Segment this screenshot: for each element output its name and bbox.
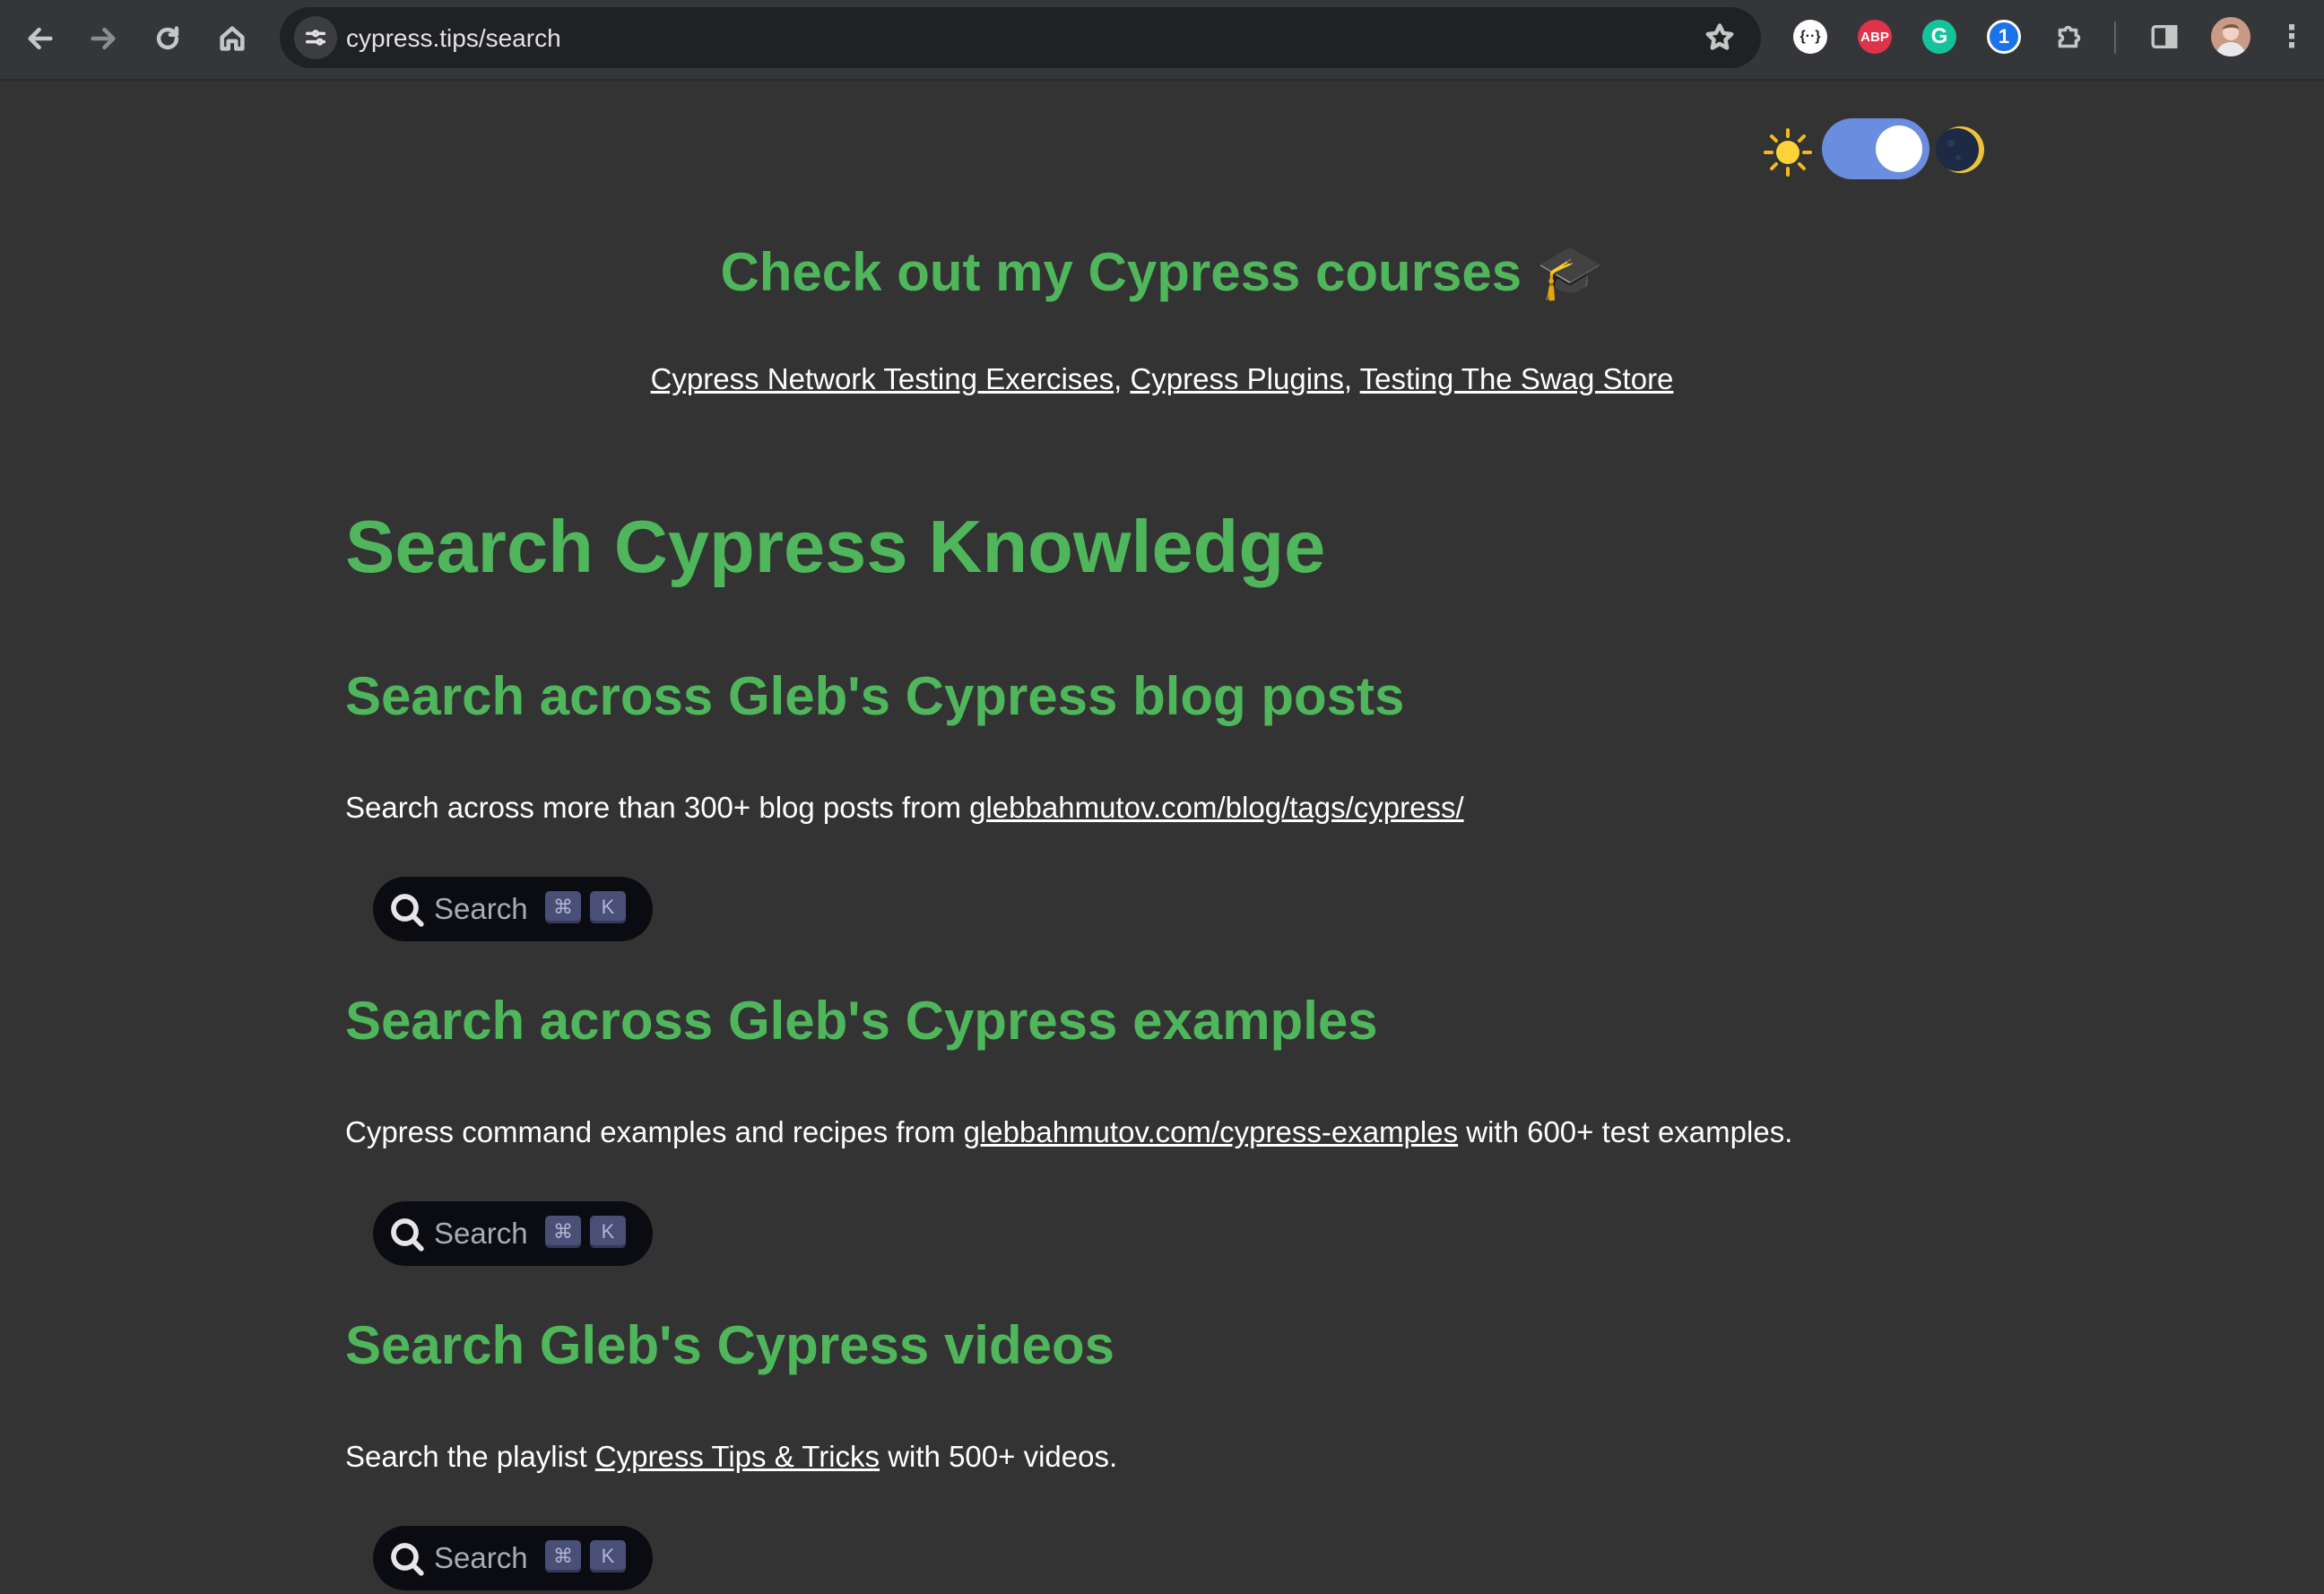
course-link-swag-store[interactable]: Testing The Swag Store: [1360, 362, 1674, 395]
address-bar[interactable]: cypress.tips/search: [280, 7, 1761, 68]
dark-mode-switch[interactable]: [1822, 118, 1929, 179]
site-settings-icon[interactable]: [294, 16, 337, 59]
search-button-label: Search: [434, 1217, 528, 1250]
search-button-label: Search: [434, 1541, 528, 1574]
blog-link[interactable]: glebbahmutov.com/blog/tags/cypress/: [969, 791, 1464, 824]
section-description-examples: Cypress command examples and recipes fro…: [345, 1115, 1792, 1149]
moon-icon: [1936, 126, 1984, 173]
search-button-examples[interactable]: Search ⌘ K: [373, 1201, 653, 1266]
browser-menu-icon[interactable]: ⋮: [2276, 20, 2307, 54]
cmd-key-hint: ⌘: [545, 891, 581, 923]
1password-icon[interactable]: 1: [1987, 20, 2021, 54]
description-text: with 600+ test examples.: [1458, 1115, 1793, 1148]
k-key-hint: K: [590, 1540, 626, 1572]
search-icon: [389, 892, 425, 928]
section-description-videos: Search the playlist Cypress Tips & Trick…: [345, 1440, 1117, 1474]
search-icon: [389, 1217, 425, 1252]
arrow-right-icon: [91, 27, 116, 50]
adblock-plus-icon[interactable]: ABP: [1858, 20, 1892, 54]
cmd-key-hint: ⌘: [545, 1216, 581, 1248]
description-text: Search across more than 300+ blog posts …: [345, 791, 970, 824]
examples-link[interactable]: glebbahmutov.com/cypress-examples: [964, 1115, 1458, 1148]
section-description-blog: Search across more than 300+ blog posts …: [345, 791, 1464, 825]
url-text[interactable]: cypress.tips/search: [346, 24, 561, 53]
profile-avatar[interactable]: [2211, 17, 2250, 56]
reload-icon: [156, 26, 179, 50]
home-button[interactable]: [206, 13, 258, 65]
page-title: Search Cypress Knowledge: [345, 505, 1326, 588]
theme-toggle[interactable]: [1763, 118, 1992, 186]
description-text: Cypress command examples and recipes fro…: [345, 1115, 964, 1148]
bookmark-star-icon[interactable]: [1704, 22, 1736, 54]
search-button-blog[interactable]: Search ⌘ K: [373, 877, 653, 941]
home-icon: [220, 26, 245, 51]
search-button-videos[interactable]: Search ⌘ K: [373, 1526, 653, 1590]
search-button-label: Search: [434, 892, 528, 925]
extension-icon[interactable]: {··}: [1793, 20, 1827, 54]
link-separator: ,: [1114, 362, 1123, 395]
section-heading-videos: Search Gleb's Cypress videos: [345, 1315, 1115, 1375]
forward-button[interactable]: [77, 13, 129, 65]
switch-knob: [1876, 126, 1922, 172]
link-separator: ,: [1343, 362, 1353, 395]
description-text: with 500+ videos.: [880, 1440, 1118, 1473]
search-icon: [389, 1541, 425, 1577]
browser-toolbar: cypress.tips/search {··} ABP G 1 ⋮: [0, 0, 2324, 81]
page-content: Check out my Cypress courses 🎓 Cypress N…: [0, 82, 2324, 1594]
courses-heading: Check out my Cypress courses 🎓: [720, 242, 1604, 302]
cmd-key-hint: ⌘: [545, 1540, 581, 1572]
k-key-hint: K: [590, 891, 626, 923]
description-text: Search the playlist: [345, 1440, 595, 1473]
playlist-link[interactable]: Cypress Tips & Tricks: [595, 1440, 880, 1473]
course-link-network-testing[interactable]: Cypress Network Testing Exercises: [651, 362, 1114, 395]
toolbar-divider: [2114, 22, 2116, 54]
section-heading-blog: Search across Gleb's Cypress blog posts: [345, 666, 1405, 726]
side-panel-icon[interactable]: [2146, 20, 2182, 54]
courses-links: Cypress Network Testing Exercises, Cypre…: [0, 362, 2324, 396]
back-button[interactable]: [14, 13, 66, 65]
arrow-left-icon: [28, 27, 53, 50]
course-link-plugins[interactable]: Cypress Plugins: [1130, 362, 1343, 395]
extensions-puzzle-icon[interactable]: [2051, 20, 2087, 54]
grammarly-icon[interactable]: G: [1922, 20, 1956, 54]
k-key-hint: K: [590, 1216, 626, 1248]
section-heading-examples: Search across Gleb's Cypress examples: [345, 991, 1378, 1051]
sun-icon: [1764, 128, 1812, 177]
reload-button[interactable]: [142, 13, 194, 65]
